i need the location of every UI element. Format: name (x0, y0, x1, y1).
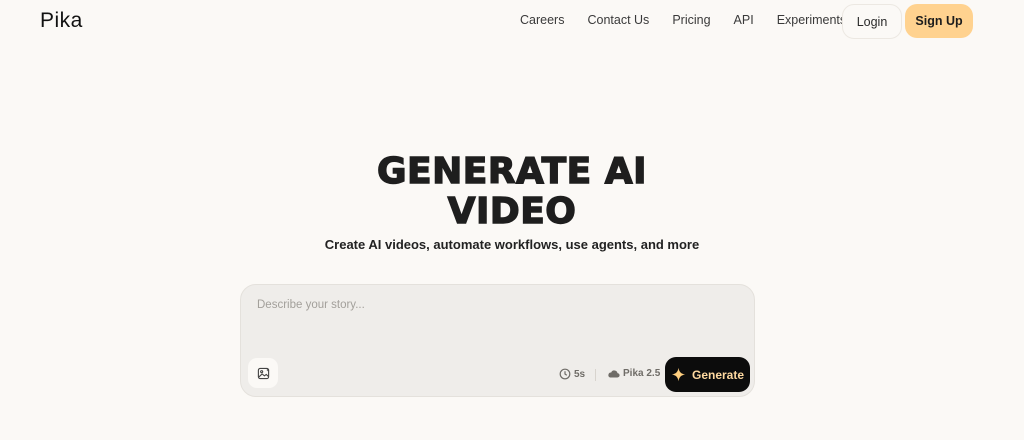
hero-subtitle: Create AI videos, automate workflows, us… (324, 237, 700, 252)
login-button[interactable]: Login (842, 4, 902, 39)
image-upload-button[interactable] (248, 358, 278, 388)
cloud-icon (607, 369, 620, 378)
clock-icon (559, 368, 571, 380)
model-selector[interactable]: Pika 2.5 (607, 368, 660, 379)
hero-title-line-1: GENERATE AI (376, 151, 648, 192)
sparkle-icon (671, 367, 686, 382)
pika-logo[interactable]: Pika (40, 9, 83, 33)
main-nav: Careers Contact Us Pricing API Experimen… (512, 13, 846, 27)
prompt-box: 5s Pika 2.5 Generate (240, 284, 755, 397)
story-prompt-input[interactable] (255, 297, 739, 351)
hero-title: GENERATE AI VIDEO (312, 151, 712, 232)
duration-value: 5s (574, 368, 586, 380)
sign-up-button[interactable]: Sign Up (905, 4, 973, 38)
nav-link-careers[interactable]: Careers (520, 13, 564, 27)
toolbar-divider (595, 369, 596, 381)
top-navigation-bar: Pika Careers Contact Us Pricing API Expe… (0, 0, 1024, 42)
nav-link-experiments[interactable]: Experiments (777, 13, 846, 27)
duration-selector[interactable]: 5s (559, 368, 585, 380)
image-icon (257, 367, 270, 380)
hero-title-line-2: VIDEO (447, 191, 577, 232)
nav-link-pricing[interactable]: Pricing (672, 13, 710, 27)
nav-link-api[interactable]: API (734, 13, 754, 27)
nav-link-contact-us[interactable]: Contact Us (587, 13, 649, 27)
model-value: Pika 2.5 (623, 368, 661, 379)
generate-button[interactable]: Generate (665, 357, 750, 392)
generate-label: Generate (691, 367, 745, 382)
